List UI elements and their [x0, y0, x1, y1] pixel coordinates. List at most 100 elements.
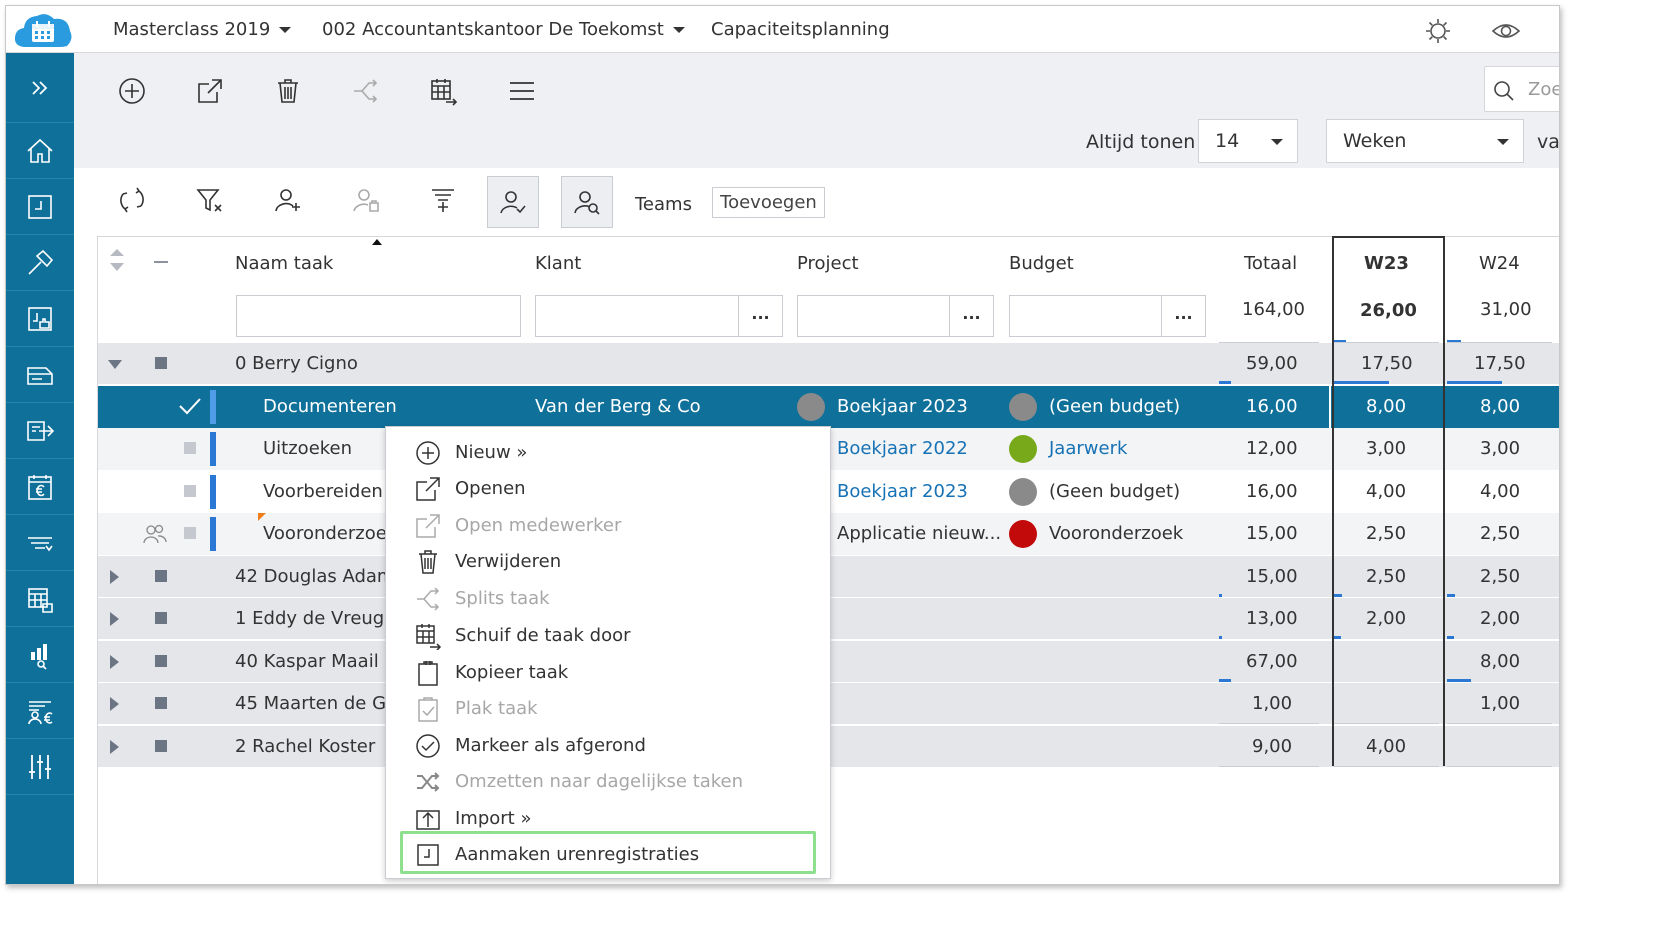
- row-w24[interactable]: 3,00: [1480, 438, 1520, 459]
- menu-item-open-employee[interactable]: Open medewerker: [386, 508, 832, 544]
- column-header-budget[interactable]: Budget: [1009, 253, 1074, 274]
- menu-item-move-task[interactable]: Schuif de taak door: [386, 618, 832, 654]
- workspace-dropdown[interactable]: Masterclass 2019: [113, 19, 292, 40]
- clear-filter-button[interactable]: [190, 180, 230, 220]
- group-row-berry-cigno[interactable]: 0 Berry Cigno 59,00 17,50 17,50: [98, 343, 1559, 385]
- menu-item-copy-task[interactable]: Kopieer taak: [386, 655, 832, 691]
- task-project[interactable]: Boekjaar 2023: [837, 481, 968, 502]
- row-select-box[interactable]: [184, 442, 196, 454]
- row-w24[interactable]: 2,50: [1480, 566, 1520, 587]
- move-task-button[interactable]: [424, 71, 464, 111]
- open-button[interactable]: [190, 71, 230, 111]
- row-select-box[interactable]: [155, 612, 167, 624]
- search-field[interactable]: Zoe: [1484, 66, 1559, 112]
- task-project[interactable]: Boekjaar 2023: [837, 396, 968, 417]
- expand-right-icon[interactable]: [110, 655, 119, 669]
- row-select-box[interactable]: [155, 697, 167, 709]
- column-header-project[interactable]: Project: [797, 253, 859, 274]
- client-filter-input[interactable]: [535, 295, 739, 337]
- task-budget[interactable]: Vooronderzoek: [1049, 523, 1183, 544]
- expand-right-icon[interactable]: [110, 697, 119, 711]
- column-header-w24[interactable]: W24: [1479, 253, 1520, 274]
- task-budget[interactable]: (Geen budget): [1049, 396, 1180, 417]
- row-select-box[interactable]: [155, 357, 167, 369]
- menu-button[interactable]: [502, 71, 542, 111]
- period-select[interactable]: Weken: [1326, 119, 1524, 163]
- row-w24[interactable]: 17,50: [1474, 353, 1526, 374]
- show-employees-toggle[interactable]: [487, 176, 539, 228]
- menu-item-new[interactable]: Nieuw »: [386, 435, 832, 471]
- refresh-button[interactable]: [112, 180, 152, 220]
- sidebar-item-invoice[interactable]: [6, 347, 74, 403]
- project-filter-button[interactable]: ...: [949, 295, 994, 337]
- row-w24[interactable]: 1,00: [1480, 693, 1520, 714]
- count-select[interactable]: 14: [1198, 119, 1298, 163]
- column-header-w23[interactable]: W23: [1364, 253, 1409, 274]
- column-header-client[interactable]: Klant: [535, 253, 581, 274]
- sidebar-item-send[interactable]: [6, 403, 74, 459]
- task-budget[interactable]: (Geen budget): [1049, 481, 1180, 502]
- calendar-cloud-logo-icon[interactable]: [12, 9, 74, 51]
- task-row-documenteren[interactable]: Documenteren Van der Berg & Co Boekjaar …: [98, 386, 1559, 428]
- sort-arrows-icon[interactable]: [108, 247, 126, 273]
- sidebar-item-reports[interactable]: [6, 627, 74, 683]
- task-budget[interactable]: Jaarwerk: [1049, 438, 1127, 459]
- filter-add-button[interactable]: [424, 180, 464, 220]
- row-w23[interactable]: 2,50: [1366, 566, 1406, 587]
- eye-icon[interactable]: [1491, 18, 1521, 44]
- menu-item-convert-daily[interactable]: Omzetten naar dagelijkse taken: [386, 764, 832, 800]
- row-select-box[interactable]: [184, 485, 196, 497]
- add-employee-button[interactable]: [268, 180, 308, 220]
- sidebar-item-settings[interactable]: [6, 739, 74, 795]
- menu-item-open[interactable]: Openen: [386, 471, 832, 507]
- expand-right-icon[interactable]: [110, 612, 119, 626]
- row-w24[interactable]: 2,00: [1480, 608, 1520, 629]
- split-button[interactable]: [346, 71, 386, 111]
- project-filter-input[interactable]: [797, 295, 950, 337]
- row-w23[interactable]: 8,00: [1366, 396, 1406, 417]
- expand-down-icon[interactable]: [108, 360, 122, 369]
- sidebar-item-rates[interactable]: [6, 683, 74, 739]
- task-filter-input[interactable]: [236, 295, 521, 337]
- row-w24[interactable]: 8,00: [1480, 396, 1520, 417]
- budget-filter-input[interactable]: [1009, 295, 1162, 337]
- row-select-box[interactable]: [184, 527, 196, 539]
- add-team-button[interactable]: Toevoegen: [712, 187, 825, 218]
- column-header-total[interactable]: Totaal: [1244, 253, 1297, 274]
- menu-item-delete[interactable]: Verwijderen: [386, 544, 832, 580]
- menu-item-mark-complete[interactable]: Markeer als afgerond: [386, 728, 832, 764]
- row-w23[interactable]: 2,50: [1366, 523, 1406, 544]
- task-project[interactable]: Applicatie nieuw...: [837, 523, 1001, 544]
- collapse-all-icon[interactable]: [154, 261, 168, 263]
- row-w24[interactable]: 4,00: [1480, 481, 1520, 502]
- delete-button[interactable]: [268, 71, 308, 111]
- column-header-task[interactable]: Naam taak: [235, 253, 333, 274]
- sidebar-item-timesheet[interactable]: [6, 179, 74, 235]
- sidebar-item-home[interactable]: [6, 123, 74, 179]
- add-button[interactable]: [112, 71, 152, 111]
- menu-item-paste-task[interactable]: Plak taak: [386, 691, 832, 727]
- budget-filter-button[interactable]: ...: [1161, 295, 1206, 337]
- sidebar-item-planning[interactable]: [6, 571, 74, 627]
- sidebar-item-filter[interactable]: [6, 515, 74, 571]
- row-w23[interactable]: 17,50: [1361, 353, 1413, 374]
- company-dropdown[interactable]: 002 Accountantskantoor De Toekomst: [322, 19, 685, 40]
- sidebar-item-calendar-euro[interactable]: [6, 459, 74, 515]
- row-select-box[interactable]: [155, 740, 167, 752]
- client-filter-button[interactable]: ...: [738, 295, 783, 337]
- row-w23[interactable]: 2,00: [1366, 608, 1406, 629]
- task-project[interactable]: Boekjaar 2022: [837, 438, 968, 459]
- row-w23[interactable]: 4,00: [1366, 481, 1406, 502]
- expand-right-icon[interactable]: [110, 570, 119, 584]
- sidebar-expand-button[interactable]: [6, 53, 74, 123]
- expand-right-icon[interactable]: [110, 740, 119, 754]
- remove-employee-button[interactable]: [346, 180, 386, 220]
- sun-icon[interactable]: [1424, 17, 1452, 45]
- search-employee-toggle[interactable]: [561, 176, 613, 228]
- row-w24[interactable]: 2,50: [1480, 523, 1520, 544]
- sidebar-item-tools[interactable]: [6, 235, 74, 291]
- row-select-box[interactable]: [155, 570, 167, 582]
- row-w23[interactable]: 4,00: [1366, 736, 1406, 757]
- row-select-box[interactable]: [155, 655, 167, 667]
- row-w24[interactable]: 8,00: [1480, 651, 1520, 672]
